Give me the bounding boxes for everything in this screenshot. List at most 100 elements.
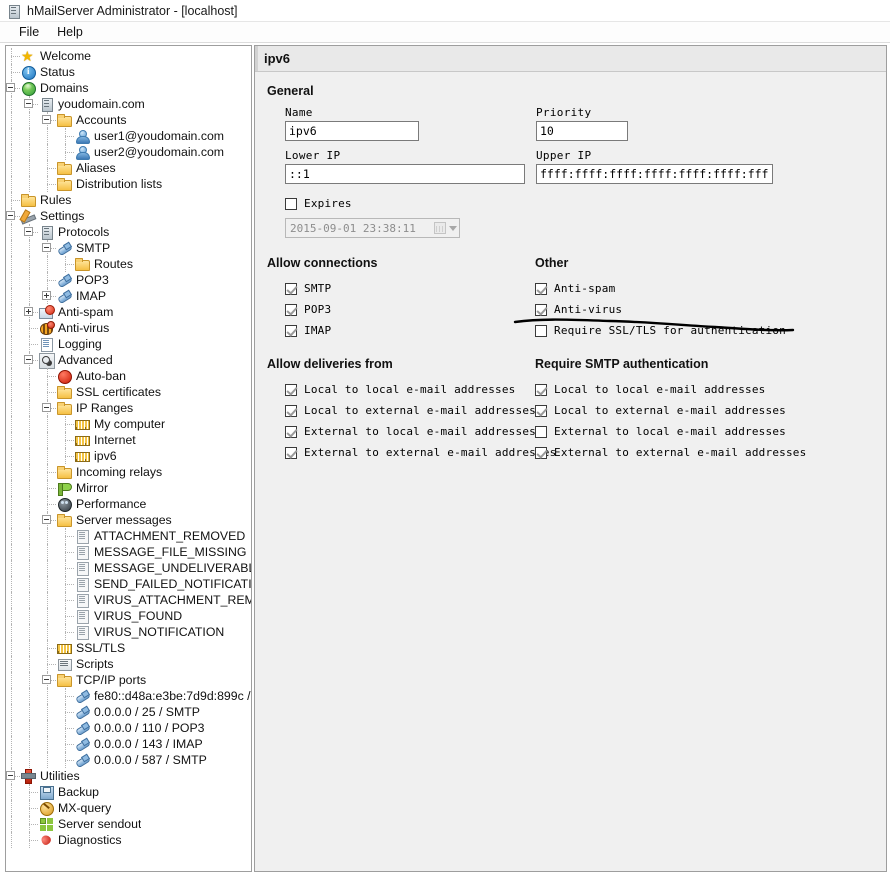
checkbox-external-to-external-e-mail-addresses[interactable] [285,446,297,459]
tree-item-server-sendout[interactable]: Server sendout [6,816,251,832]
tree-item-message-file-missing[interactable]: MESSAGE_FILE_MISSING [6,544,251,560]
collapse-icon[interactable] [42,115,51,124]
collapse-icon[interactable] [42,243,51,252]
tree-item-tcp-ip-ports[interactable]: TCP/IP ports [6,672,251,688]
tree-item-anti-virus[interactable]: Anti-virus [6,320,251,336]
tree-item-routes[interactable]: Routes [6,256,251,272]
tree-item-imap[interactable]: IMAP [6,288,251,304]
tree-item-0-0-0-0-110-pop3[interactable]: 0.0.0.0 / 110 / POP3 [6,720,251,736]
tree-item-0-0-0-0-587-smtp[interactable]: 0.0.0.0 / 587 / SMTP [6,752,251,768]
tree-item-domains[interactable]: Domains [6,80,251,96]
tree-item-user1-youdomain-com[interactable]: user1@youdomain.com [6,128,251,144]
tree-item-utilities[interactable]: Utilities [6,768,251,784]
tree-item-ssl-tls[interactable]: SSL/TLS [6,640,251,656]
menu-file[interactable]: File [10,23,48,41]
collapse-icon[interactable] [24,227,33,236]
tree-item-accounts[interactable]: Accounts [6,112,251,128]
chevron-down-icon[interactable] [449,225,457,231]
checkbox-local-to-external-e-mail-addresses[interactable] [285,404,297,417]
checkbox-row[interactable]: External to external e-mail addresses [285,442,556,463]
tree-item-virus-found[interactable]: VIRUS_FOUND [6,608,251,624]
tree-item-smtp[interactable]: SMTP [6,240,251,256]
tree-item-welcome[interactable]: Welcome [6,48,251,64]
expand-icon[interactable] [42,291,51,300]
collapse-icon[interactable] [42,515,51,524]
tree-item-anti-spam[interactable]: Anti-spam [6,304,251,320]
tree-item-message-undeliverable[interactable]: MESSAGE_UNDELIVERABLE [6,560,251,576]
tree-item-backup[interactable]: Backup [6,784,251,800]
checkbox-row[interactable]: External to local e-mail addresses [285,421,536,442]
tree-item-youdomain-com[interactable]: youdomain.com [6,96,251,112]
checkbox-external-to-local-e-mail-addresses[interactable] [535,425,547,438]
name-input[interactable] [285,121,419,141]
checkbox-row[interactable]: External to external e-mail addresses [535,442,806,463]
tree-item-0-0-0-0-143-imap[interactable]: 0.0.0.0 / 143 / IMAP [6,736,251,752]
tree-item-pop3[interactable]: POP3 [6,272,251,288]
tree-item-incoming-relays[interactable]: Incoming relays [6,464,251,480]
menu-help[interactable]: Help [48,23,92,41]
other-list[interactable]: Anti-spam Anti-virus Require SSL/TLS for a… [535,278,806,341]
checkbox-row[interactable]: Local to local e-mail addresses [535,379,806,400]
navigation-tree-panel[interactable]: Welcome Status Domains youdomain.com Account… [5,45,252,872]
expires-checkbox-row[interactable]: Expires [285,193,886,214]
tree-item-performance[interactable]: Performance [6,496,251,512]
checkbox-local-to-local-e-mail-addresses[interactable] [285,383,297,396]
checkbox-external-to-external-e-mail-addresses[interactable] [535,446,547,459]
tree-item-attachment-removed[interactable]: ATTACHMENT_REMOVED [6,528,251,544]
tree-item-status[interactable]: Status [6,64,251,80]
tree-item-my-computer[interactable]: My computer [6,416,251,432]
collapse-icon[interactable] [42,675,51,684]
tree-item-server-messages[interactable]: Server messages [6,512,251,528]
checkbox-anti-spam[interactable] [535,282,547,295]
checkbox-local-to-local-e-mail-addresses[interactable] [535,383,547,396]
expand-icon[interactable] [24,307,33,316]
collapse-icon[interactable] [24,355,33,364]
allow-deliveries-list[interactable]: Local to local e-mail addresses Local to … [255,379,556,463]
upper-ip-input[interactable] [536,164,773,184]
checkbox-row[interactable]: IMAP [285,320,530,341]
tree-item-distribution-lists[interactable]: Distribution lists [6,176,251,192]
priority-input[interactable] [536,121,628,141]
checkbox-row[interactable]: Anti-virus [535,299,806,320]
tree-item-scripts[interactable]: Scripts [6,656,251,672]
tree-item-internet[interactable]: Internet [6,432,251,448]
expires-date-picker[interactable]: 2015-09-01 23:38:11 [285,218,460,238]
collapse-icon[interactable] [6,771,15,780]
navigation-tree[interactable]: Welcome Status Domains youdomain.com Account… [6,46,251,848]
collapse-icon[interactable] [24,99,33,108]
tree-item-virus-attachment-removed[interactable]: VIRUS_ATTACHMENT_REMOVED [6,592,251,608]
tree-item-virus-notification[interactable]: VIRUS_NOTIFICATION [6,624,251,640]
allow-connections-list[interactable]: SMTP POP3 IMAP [255,278,530,341]
tree-item-protocols[interactable]: Protocols [6,224,251,240]
expires-checkbox[interactable] [285,197,297,210]
checkbox-row[interactable]: POP3 [285,299,530,320]
tree-item-mx-query[interactable]: MX-query [6,800,251,816]
collapse-icon[interactable] [6,211,15,220]
checkbox-require-ssl-tls-for-authentication[interactable] [535,324,547,337]
tree-item-auto-ban[interactable]: Auto-ban [6,368,251,384]
calendar-icon[interactable] [434,222,446,234]
checkbox-row[interactable]: Local to external e-mail addresses [285,400,536,421]
checkbox-row[interactable]: External to local e-mail addresses [535,421,806,442]
lower-ip-input[interactable] [285,164,525,184]
collapse-icon[interactable] [6,83,15,92]
tree-item-advanced[interactable]: Advanced [6,352,251,369]
checkbox-anti-virus[interactable] [535,303,547,316]
collapse-icon[interactable] [42,403,51,412]
checkbox-external-to-local-e-mail-addresses[interactable] [285,425,297,438]
checkbox-row[interactable]: Local to local e-mail addresses [285,379,530,400]
checkbox-pop3[interactable] [285,303,297,316]
checkbox-imap[interactable] [285,324,297,337]
tree-item-diagnostics[interactable]: Diagnostics [6,832,251,848]
tree-item-0-0-0-0-25-smtp[interactable]: 0.0.0.0 / 25 / SMTP [6,704,251,720]
tree-item-ip-ranges[interactable]: IP Ranges [6,400,251,416]
checkbox-row[interactable]: Anti-spam [535,278,806,299]
tree-item-settings[interactable]: Settings [6,208,251,224]
checkbox-row[interactable]: Local to external e-mail addresses [535,400,806,421]
checkbox-smtp[interactable] [285,282,297,295]
require-smtp-auth-list[interactable]: Local to local e-mail addresses Local to … [535,379,806,463]
checkbox-row[interactable]: Require SSL/TLS for authentication [535,320,806,341]
tree-item-rules[interactable]: Rules [6,192,251,208]
tree-item-aliases[interactable]: Aliases [6,160,251,176]
tree-item-mirror[interactable]: Mirror [6,480,251,496]
